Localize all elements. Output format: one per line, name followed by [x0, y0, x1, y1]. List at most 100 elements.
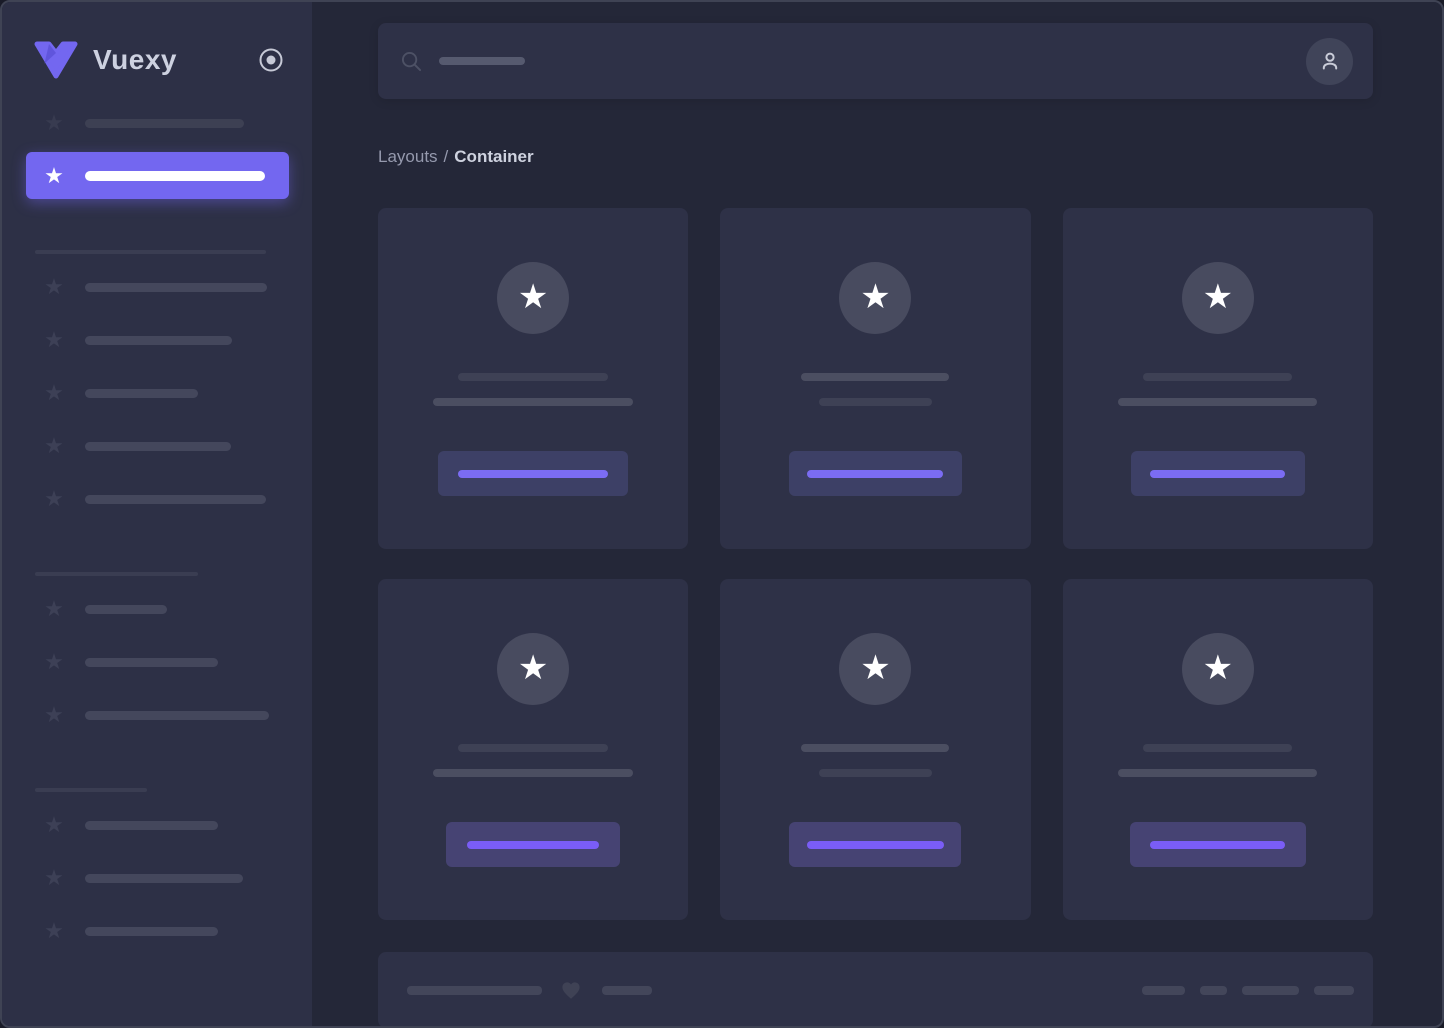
star-icon: ★: [44, 486, 64, 511]
footer-link-placeholder: [1200, 985, 1227, 995]
card-button[interactable]: [438, 451, 629, 496]
sidebar-item[interactable]: ★: [26, 488, 289, 510]
card-button[interactable]: [788, 451, 962, 496]
card-avatar-circle: ★: [1181, 262, 1254, 334]
star-icon: ★: [44, 812, 64, 837]
vuexy-logo-icon: [34, 41, 78, 79]
card-title-placeholder: [458, 373, 609, 381]
card-text-placeholder: [1118, 769, 1318, 777]
star-icon: ★: [1202, 277, 1234, 316]
breadcrumb-current: Container: [454, 147, 534, 166]
star-icon: ★: [44, 162, 64, 188]
card-button-label-placeholder: [458, 469, 609, 478]
star-icon: ★: [44, 649, 64, 674]
sidebar-nav: ★ ★ ★ ★ ★ ★ ★ ★ ★ ★ ★ ★ ★: [26, 112, 289, 973]
card-button-label-placeholder: [1150, 469, 1286, 478]
star-icon: ★: [44, 596, 64, 621]
search-icon: [401, 51, 422, 71]
brand: Vuexy: [32, 36, 289, 84]
sidebar-item-label-placeholder: [85, 710, 269, 720]
sidebar-item-label-placeholder: [85, 335, 232, 345]
card-text-placeholder: [433, 398, 634, 406]
star-icon: ★: [44, 433, 64, 458]
heart-icon: [562, 982, 580, 999]
sidebar-item-label-placeholder: [85, 657, 218, 667]
card-title-placeholder: [1143, 744, 1293, 752]
card-grid: ★ ★ ★ ★ ★ ★: [378, 208, 1373, 920]
card-button-label-placeholder: [806, 840, 944, 849]
card-title-placeholder: [801, 744, 950, 752]
card-text-placeholder: [433, 769, 634, 777]
sidebar-item[interactable]: ★: [26, 435, 289, 457]
card-button[interactable]: [1129, 822, 1306, 867]
card-avatar-circle: ★: [839, 633, 912, 705]
footer: [378, 952, 1373, 1026]
star-icon: ★: [44, 110, 64, 135]
brand-name: Vuexy: [93, 44, 177, 75]
card-avatar-circle: ★: [839, 262, 912, 334]
sidebar-item-active[interactable]: ★: [26, 152, 289, 199]
sidebar-item-label-placeholder: [85, 926, 218, 936]
sidebar-item-label-placeholder: [85, 118, 244, 128]
card: ★: [378, 579, 689, 920]
card-button[interactable]: [446, 822, 621, 867]
sidebar-item[interactable]: ★: [26, 920, 289, 942]
user-avatar-button[interactable]: [1306, 37, 1353, 85]
card-button-label-placeholder: [1150, 840, 1286, 849]
person-icon: [1322, 52, 1337, 70]
sidebar-section-divider: [35, 250, 266, 254]
sidebar-item[interactable]: ★: [26, 112, 289, 134]
sidebar-section-divider: [35, 572, 198, 576]
sidebar: Vuexy ★ ★ ★ ★ ★ ★ ★ ★ ★ ★ ★ ★ ★: [2, 2, 312, 1026]
card: ★: [378, 208, 689, 549]
sidebar-item-label-placeholder: [85, 388, 198, 398]
footer-left: [407, 978, 652, 1002]
sidebar-item[interactable]: ★: [26, 382, 289, 404]
sidebar-item[interactable]: ★: [26, 867, 289, 889]
sidebar-section-divider: [35, 788, 147, 792]
card-title-placeholder: [1143, 373, 1293, 381]
search-bar[interactable]: [378, 23, 1373, 99]
footer-text-placeholder: [602, 985, 652, 995]
star-icon: ★: [44, 274, 64, 299]
sidebar-item-label-placeholder: [85, 494, 266, 504]
sidebar-item[interactable]: ★: [26, 814, 289, 836]
sidebar-pin-toggle-icon[interactable]: [258, 47, 284, 73]
card-text-placeholder: [1118, 398, 1318, 406]
card-avatar-circle: ★: [497, 633, 570, 705]
card: ★: [1062, 579, 1373, 920]
footer-right: [1142, 985, 1354, 995]
star-icon: ★: [44, 865, 64, 890]
sidebar-item[interactable]: ★: [26, 329, 289, 351]
card-button-label-placeholder: [807, 469, 944, 478]
footer-link-placeholder: [1314, 985, 1354, 995]
sidebar-item-label-placeholder: [85, 441, 231, 451]
star-icon: ★: [44, 918, 64, 943]
star-icon: ★: [517, 648, 549, 687]
footer-link-placeholder: [1142, 985, 1185, 995]
breadcrumb-parent[interactable]: Layouts: [378, 147, 438, 167]
breadcrumb: Layouts / Container: [378, 147, 1373, 167]
sidebar-item-label-placeholder: [85, 604, 167, 614]
card-avatar-circle: ★: [1181, 633, 1254, 705]
app-window: Vuexy ★ ★ ★ ★ ★ ★ ★ ★ ★ ★ ★ ★ ★ Layouts /: [0, 0, 1444, 1028]
card-button[interactable]: [789, 822, 962, 867]
sidebar-item[interactable]: ★: [26, 276, 289, 298]
sidebar-item-label-placeholder: [85, 282, 267, 292]
star-icon: ★: [44, 327, 64, 352]
card-text-placeholder: [818, 398, 932, 406]
search-placeholder: [439, 57, 525, 65]
footer-link-placeholder: [1242, 985, 1299, 995]
card-avatar-circle: ★: [497, 262, 570, 334]
sidebar-item[interactable]: ★: [26, 598, 289, 620]
card: ★: [720, 208, 1031, 549]
sidebar-item[interactable]: ★: [26, 651, 289, 673]
sidebar-item[interactable]: ★: [26, 704, 289, 726]
main-content: Layouts / Container ★ ★ ★ ★ ★ ★: [312, 2, 1442, 1026]
card-title-placeholder: [801, 373, 950, 381]
card: ★: [720, 579, 1031, 920]
sidebar-item-label-placeholder: [85, 170, 265, 181]
sidebar-item-label-placeholder: [85, 820, 218, 830]
card: ★: [1062, 208, 1373, 549]
card-button[interactable]: [1130, 451, 1305, 496]
